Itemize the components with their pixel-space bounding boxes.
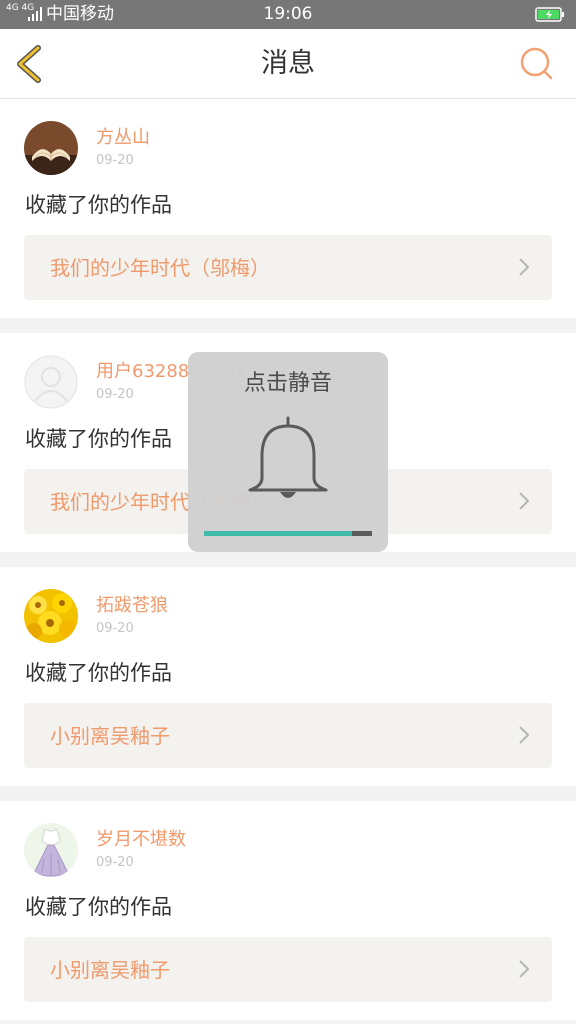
notification-item[interactable]: 方丛山 09-20 收藏了你的作品 我们的少年时代（邬梅） [0, 99, 576, 318]
avatar[interactable] [24, 823, 78, 877]
volume-toast[interactable]: 点击静音 [188, 352, 388, 552]
avatar[interactable] [24, 589, 78, 643]
mute-label[interactable]: 点击静音 [188, 370, 388, 398]
work-title: 小别离吴釉子 [50, 724, 170, 748]
volume-level-fill [204, 531, 352, 536]
open-book-avatar-icon [24, 121, 78, 175]
work-link[interactable]: 小别离吴釉子 [24, 703, 552, 768]
notification-date: 09-20 [96, 153, 134, 168]
status-bar: 4G 4G 中国移动 19:06 [0, 0, 576, 29]
bell-icon[interactable] [246, 416, 330, 504]
dress-avatar-icon [24, 823, 78, 877]
username[interactable]: 方丛山 [96, 127, 150, 149]
chevron-right-icon [519, 726, 530, 744]
default-avatar-icon [24, 355, 78, 409]
notification-date: 09-20 [96, 855, 134, 870]
notification-date: 09-20 [96, 387, 134, 402]
notification-action: 收藏了你的作品 [25, 427, 172, 451]
notification-item[interactable]: 拓跋苍狼 09-20 收藏了你的作品 小别离吴釉子 [0, 567, 576, 786]
chevron-right-icon [519, 492, 530, 510]
volume-slider[interactable] [204, 531, 372, 536]
notification-item[interactable]: 岁月不堪数 09-20 收藏了你的作品 小别离吴釉子 [0, 801, 576, 1020]
notification-action: 收藏了你的作品 [25, 895, 172, 919]
chevron-right-icon [519, 960, 530, 978]
sunflower-avatar-icon [24, 589, 78, 643]
battery-icon [535, 7, 564, 22]
username[interactable]: 岁月不堪数 [96, 829, 186, 851]
avatar[interactable] [24, 121, 78, 175]
username[interactable]: 拓跋苍狼 [96, 595, 168, 617]
work-title: 小别离吴釉子 [50, 958, 170, 982]
notification-action: 收藏了你的作品 [25, 661, 172, 685]
notification-date: 09-20 [96, 621, 134, 636]
navigation-bar: 消息 [0, 29, 576, 99]
notification-action: 收藏了你的作品 [25, 193, 172, 217]
status-time: 19:06 [263, 4, 313, 24]
work-link[interactable]: 小别离吴釉子 [24, 937, 552, 1002]
avatar[interactable] [24, 355, 78, 409]
page-title: 消息 [261, 48, 315, 79]
search-icon[interactable] [518, 45, 554, 81]
work-title: 我们的少年时代（邬梅） [50, 256, 270, 280]
work-link[interactable]: 我们的少年时代（邬梅） [24, 235, 552, 300]
chevron-right-icon [519, 258, 530, 276]
